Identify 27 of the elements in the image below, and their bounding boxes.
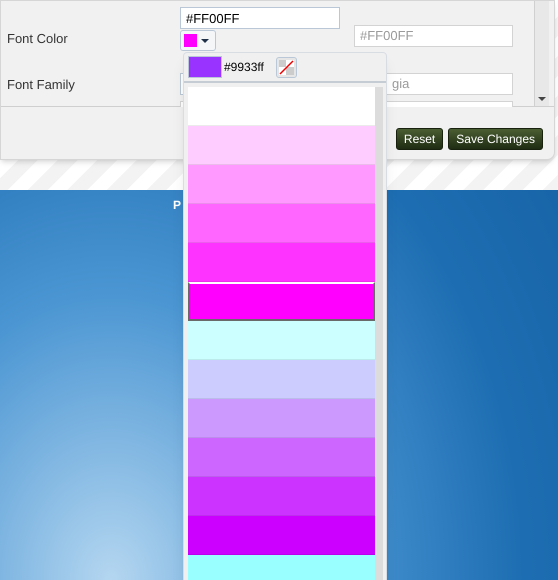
caret-icon: [200, 38, 210, 44]
no-color-button[interactable]: [276, 56, 297, 78]
color-swatch: [184, 34, 197, 47]
color-swatch[interactable]: [188, 438, 375, 477]
color-swatch[interactable]: [188, 360, 375, 399]
no-color-icon: [278, 60, 294, 74]
color-input-field[interactable]: #FF00FF: [180, 7, 340, 29]
color-swatch[interactable]: [188, 243, 375, 282]
hex-label: #9933ff: [224, 59, 264, 76]
background-text: P: [173, 197, 182, 214]
color-swatch[interactable]: [188, 399, 375, 438]
field-label: Font Family: [7, 76, 75, 94]
color-swatch[interactable]: [188, 516, 375, 555]
color-swatch[interactable]: [188, 126, 375, 165]
color-dropdown-button[interactable]: [180, 30, 216, 51]
preview-field: #FF00FF: [354, 25, 513, 47]
action-button[interactable]: Reset: [396, 128, 444, 150]
scrollbar[interactable]: [534, 1, 549, 106]
color-swatch[interactable]: [188, 477, 375, 516]
field-label: Font Color: [7, 30, 68, 48]
color-swatch[interactable]: [188, 204, 375, 243]
action-button[interactable]: Save Changes: [448, 128, 543, 150]
color-swatch[interactable]: [188, 87, 375, 126]
color-swatch[interactable]: [188, 321, 375, 360]
scroll-down-icon: [538, 97, 546, 102]
current-color-swatch: [188, 56, 222, 78]
color-swatch[interactable]: [188, 165, 375, 204]
